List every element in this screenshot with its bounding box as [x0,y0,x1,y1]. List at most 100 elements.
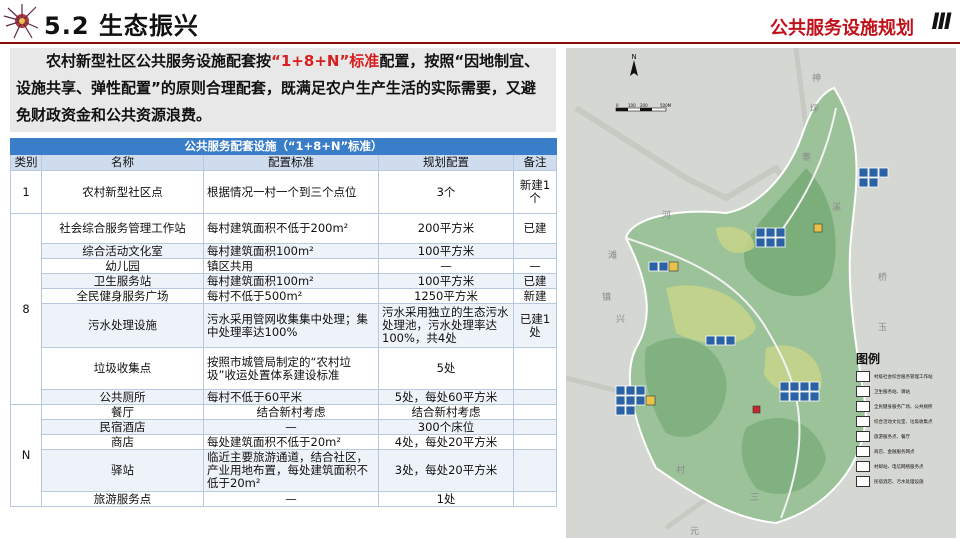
intro-part1: 农村新型社区公共服务设施配套按 [46,52,272,70]
scale-label: 100 [628,103,636,108]
plan-cell: 100平方米 [378,243,514,259]
place-label: 桥 [878,271,887,283]
chapter-marker: III [931,10,952,35]
name-cell: 综合活动文化室 [41,243,204,259]
standard-cell: 每村不低于60平米 [203,389,379,405]
header: 5.2 生态振兴 公共服务设施规划 III [0,0,960,44]
table-row: 综合活动文化室 每村建筑面积100m² 100平方米 [11,243,558,259]
name-cell: 餐厅 [41,404,204,420]
plan-cell: — [378,258,514,274]
place-label: 玉 [878,322,887,333]
standard-cell: 临近主要旅游通道，结合社区，产业用地布置，每处建筑面积不低于20m² [203,449,379,492]
place-label: 镇 [602,291,611,303]
name-cell: 驿站 [41,449,204,492]
plan-cell: 5处 [378,347,514,390]
category-cell: N [10,404,42,507]
legend-item: 村邮站、电信网络服务点 [856,459,954,474]
legend-item: 民宿酒店、污水处理设施 [856,474,954,489]
name-cell: 商店 [41,434,204,450]
legend-swatch-icon [856,401,870,412]
place-label: 兴 [616,314,625,325]
standard-cell: 镇区共用 [203,258,379,274]
place-label: 河 [662,209,671,221]
note-cell [512,449,558,492]
name-cell: 垃圾收集点 [41,347,204,390]
category-cell: 1 [10,170,42,214]
legend-label: 村级社会综合服务管理工作站 [874,374,933,380]
legend-label: 旅游服务点、餐厅 [874,434,910,440]
standard-cell: 每村建筑面积100m² [203,243,379,259]
legend-title: 图例 [856,352,881,366]
plan-cell: 3处，每处20平方米 [378,449,514,492]
table-row: 污水处理设施 污水采用管网收集集中处理；集中处理率达100% 污水采用独立的生态… [11,303,558,348]
legend-label: 全民健身服务广场、公共厕所 [874,404,933,410]
place-label: 神 [812,72,821,84]
scale-label: 200 [640,103,648,108]
plan-cell: 100平方米 [378,273,514,289]
legend-label: 综合活动文化室、垃圾收集点 [874,419,933,425]
legend-item: 村级社会综合服务管理工作站 [856,369,954,384]
chapter-title: 公共服务设施规划 [770,18,914,39]
table-row: 垃圾收集点 按照市城管局制定的“农村垃圾”收运处置体系建设标准 5处 [11,347,558,390]
table-row: 旅游服务点 — 1处 [11,491,558,507]
legend-swatch-icon [856,431,870,442]
col-header-category: 类别 [10,154,42,171]
name-cell: 全民健身服务广场 [41,288,204,304]
table-row: 驿站 临近主要旅游通道，结合社区，产业用地布置，每处建筑面积不低于20m² 3处… [11,449,558,492]
note-cell: 新建1个 [512,170,558,214]
plan-cell: 200平方米 [378,213,514,244]
name-cell: 旅游服务点 [41,491,204,507]
legend-label: 卫生服务站、驿站 [874,389,910,395]
name-cell: 卫生服务站 [41,273,204,289]
name-cell: 公共厕所 [41,389,204,405]
table-row: 1 农村新型社区点 根据情况一村一个到三个点位 3个 新建1个 [10,170,558,214]
legend-item: 全民健身服务广场、公共厕所 [856,399,954,414]
place-label: 溪 [832,201,841,213]
place-label: 村 [676,464,685,476]
col-header-plan: 规划配置 [378,154,514,171]
legend-item: 旅游服务点、餐厅 [856,429,954,444]
legend-swatch-icon [856,371,870,382]
standard-cell: — [203,491,379,507]
header-divider [0,42,960,44]
table-row: 全民健身服务广场 每村不低于500m² 1250平方米 新建 [11,288,558,304]
legend-swatch-icon [856,461,870,472]
name-cell: 污水处理设施 [41,303,204,348]
legend-label: 民宿酒店、污水处理设施 [874,479,924,485]
logo-flower-icon [3,4,39,39]
note-cell [512,434,558,450]
planning-map: N 0 100 200 500M 神 坪 寨 溪 桥 河 滩 镇 兴 玉 村 元… [566,48,956,538]
standard-cell: 污水采用管网收集集中处理；集中处理率达100% [203,303,379,348]
north-label: N [631,53,636,61]
name-cell: 社会综合服务管理工作站 [41,213,204,244]
standard-cell: 每村建筑面积不低于200m² [203,213,379,244]
standard-cell: 每处建筑面积不低于20m² [203,434,379,450]
plan-cell: 3个 [378,170,514,214]
note-cell [512,347,558,390]
intro-highlight: “1+8+N”标准 [271,52,380,70]
table-caption: 公共服务配套设施（“1+8+N”标准） [9,138,558,155]
note-cell: 已建 [512,273,558,289]
standard-cell: — [203,419,379,435]
plan-cell: 1处 [378,491,514,507]
standard-cell: 结合新村考虑 [203,404,379,420]
note-cell [512,491,558,507]
place-label: 三 [750,493,759,503]
note-cell [512,389,558,405]
note-cell: 已建1处 [512,303,558,348]
legend-label: 村邮站、电信网络服务点 [874,464,924,470]
name-cell: 民宿酒店 [41,419,204,435]
col-header-standard: 配置标准 [203,154,379,171]
name-cell: 农村新型社区点 [41,170,204,214]
note-cell: 新建 [512,288,558,304]
note-cell [512,404,558,420]
plan-cell: 4处，每处20平方米 [378,434,514,450]
note-cell: 已建 [512,213,558,244]
table-row: N 餐厅 结合新村考虑 结合新村考虑 [10,404,558,507]
place-label: 寨 [802,151,811,163]
plan-cell: 污水采用独立的生态污水处理池，污水处理率达100%，共4处 [378,303,514,348]
name-cell: 幼儿园 [41,258,204,274]
note-cell: — [512,258,558,274]
page-title: 5.2 生态振兴 [44,12,199,40]
map-legend: 图例 村级社会综合服务管理工作站 卫生服务站、驿站 全民健身服务广场、公共厕所 … [856,350,954,489]
